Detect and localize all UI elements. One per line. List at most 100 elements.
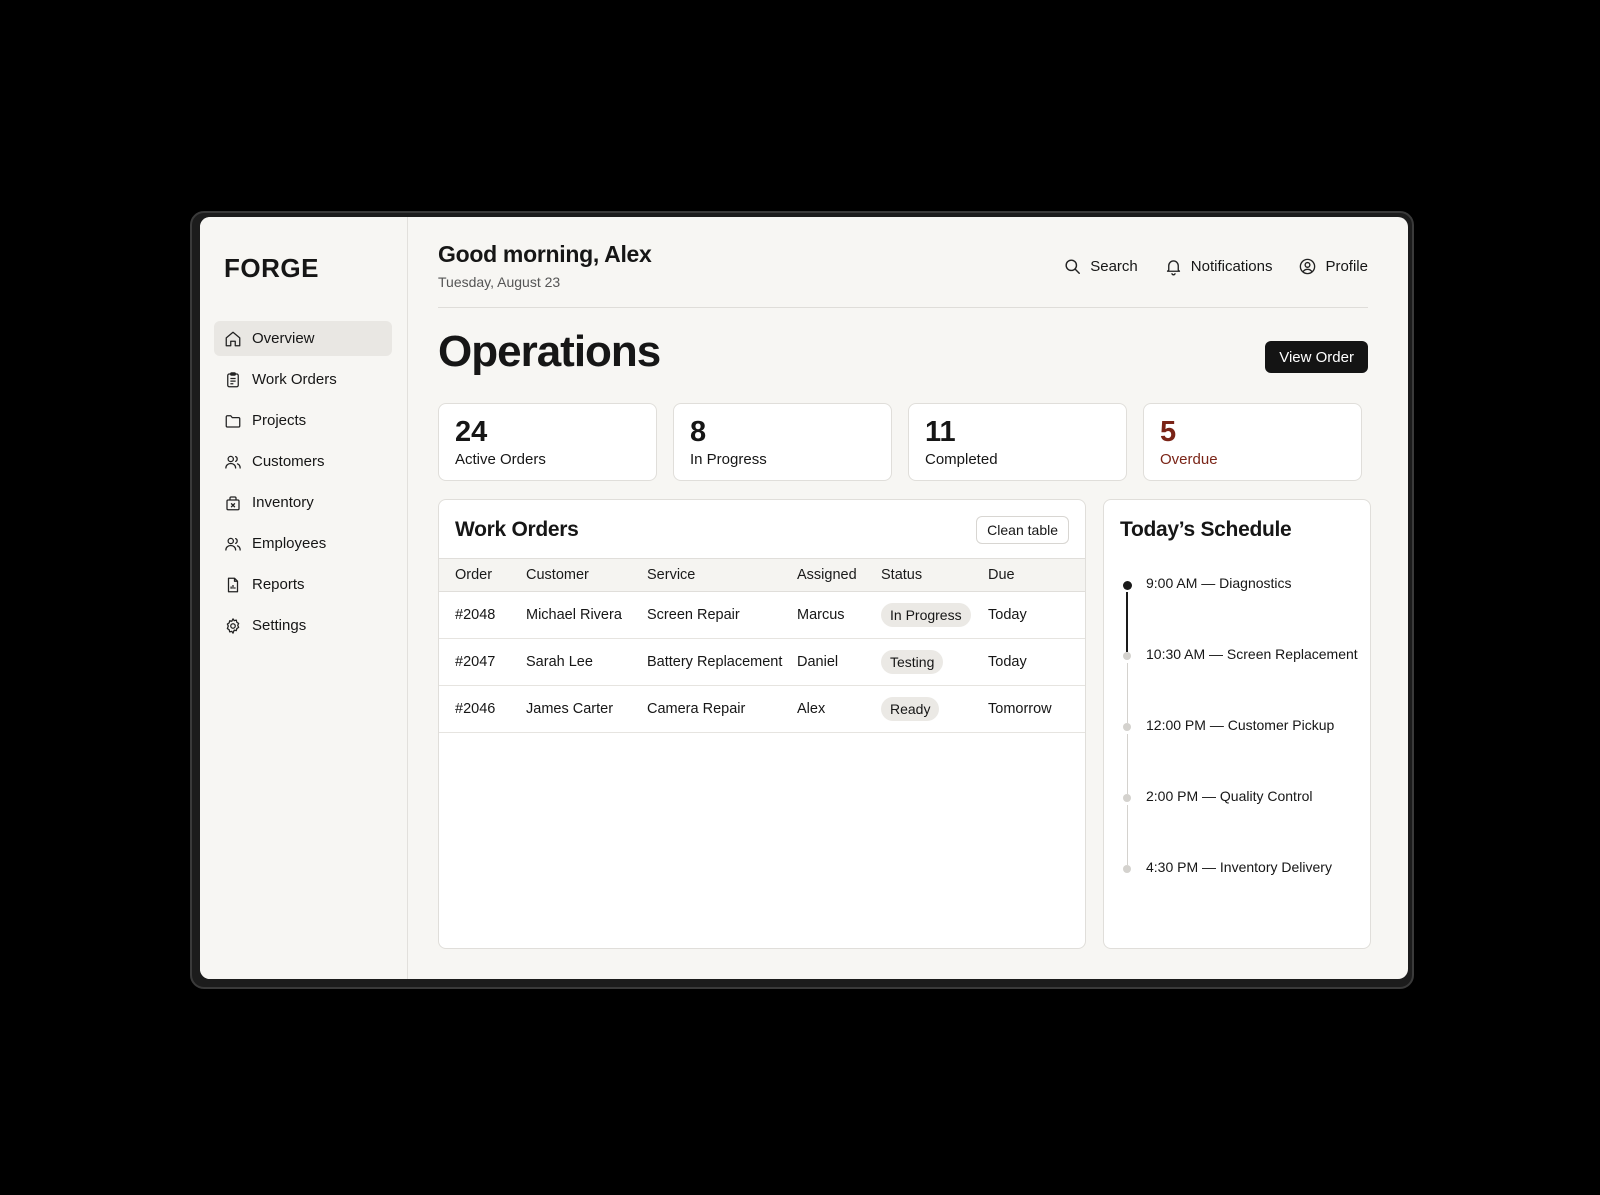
order-id: #2046 <box>439 685 526 733</box>
current-date: Tuesday, August 23 <box>438 274 561 290</box>
timeline-line <box>1127 663 1128 723</box>
column-header-assigned[interactable]: Assigned <box>797 558 881 592</box>
profile-button[interactable]: Profile <box>1298 257 1368 276</box>
column-header-status[interactable]: Status <box>881 558 988 592</box>
schedule-title: Today’s Schedule <box>1120 518 1292 541</box>
main-content: Good morning, Alex Tuesday, August 23 Se… <box>408 217 1408 979</box>
stat-label: Active Orders <box>455 451 546 468</box>
timeline-dot <box>1123 652 1131 660</box>
stat-label: Overdue <box>1160 451 1218 468</box>
schedule-item-text: 12:00 PM — Customer Pickup <box>1146 717 1335 733</box>
timeline-dot <box>1123 865 1131 873</box>
notifications-label: Notifications <box>1190 258 1273 275</box>
service-name: Camera Repair <box>647 685 797 733</box>
stat-label: Completed <box>925 451 998 468</box>
service-name: Screen Repair <box>647 591 797 639</box>
status-cell: Ready <box>881 685 988 733</box>
sidebar-item-inventory[interactable]: Inventory <box>214 485 392 520</box>
column-header-customer[interactable]: Customer <box>526 558 647 592</box>
service-name: Battery Replacement <box>647 638 797 686</box>
schedule-item-text: 9:00 AM — Diagnostics <box>1146 575 1292 591</box>
search-button[interactable]: Search <box>1063 257 1138 276</box>
stat-label: In Progress <box>690 451 767 468</box>
schedule-item[interactable]: 12:00 PM — Customer Pickup <box>1120 717 1360 795</box>
view-order-button[interactable]: View Order <box>1265 341 1368 373</box>
sidebar-item-work-orders[interactable]: Work Orders <box>214 362 392 397</box>
due-date: Tomorrow <box>988 685 1085 733</box>
work-orders-table: Order Customer Service Assigned Status D… <box>439 558 1085 733</box>
clean-table-button[interactable]: Clean table <box>976 516 1069 544</box>
order-id: #2048 <box>439 591 526 639</box>
timeline-dot-current <box>1123 581 1132 590</box>
customer-name: James Carter <box>526 685 647 733</box>
sidebar-item-reports[interactable]: Reports <box>214 567 392 602</box>
timeline-line <box>1126 592 1128 652</box>
sidebar-item-customers[interactable]: Customers <box>214 444 392 479</box>
column-header-order[interactable]: Order <box>439 558 526 592</box>
gear-icon <box>226 617 240 634</box>
work-orders-card: Work Orders Clean table Order Customer S… <box>438 499 1086 949</box>
sidebar-item-label: Projects <box>252 412 307 429</box>
schedule-item-text: 4:30 PM — Inventory Delivery <box>1146 859 1332 875</box>
greeting: Good morning, Alex <box>438 241 652 267</box>
stat-card-in-progress: 8 In Progress <box>673 403 892 481</box>
status-cell: Testing <box>881 638 988 686</box>
sidebar-item-settings[interactable]: Settings <box>214 608 392 643</box>
brand-logo: FORGE <box>224 253 319 283</box>
assigned-to: Daniel <box>797 638 881 686</box>
bell-icon <box>1166 260 1180 276</box>
schedule-item[interactable]: 2:00 PM — Quality Control <box>1120 788 1360 866</box>
customer-name: Michael Rivera <box>526 591 647 639</box>
schedule-item[interactable]: 4:30 PM — Inventory Delivery <box>1120 859 1360 937</box>
status-cell: In Progress <box>881 591 988 639</box>
sidebar-item-label: Overview <box>252 330 315 347</box>
sidebar-item-label: Settings <box>252 617 307 634</box>
sidebar-item-overview[interactable]: Overview <box>214 321 392 356</box>
sidebar-item-label: Reports <box>252 576 305 593</box>
sidebar-item-label: Employees <box>252 535 327 552</box>
column-header-due[interactable]: Due <box>988 558 1085 592</box>
schedule-card: Today’s Schedule 9:00 AM — Diagnostics 1… <box>1103 499 1371 949</box>
table-row[interactable]: #2047 Sarah Lee Battery Replacement Dani… <box>439 638 1085 686</box>
search-icon <box>1065 259 1081 274</box>
user-circle-icon <box>1300 258 1316 275</box>
profile-label: Profile <box>1325 258 1368 275</box>
stat-card-overdue: 5 Overdue <box>1143 403 1362 481</box>
sidebar: FORGE Overview Work Orders Projects Cust… <box>200 217 408 979</box>
table-row[interactable]: #2048 Michael Rivera Screen Repair Marcu… <box>439 591 1085 639</box>
order-id: #2047 <box>439 638 526 686</box>
status-badge: In Progress <box>881 603 971 627</box>
schedule-timeline: 9:00 AM — Diagnostics 10:30 AM — Screen … <box>1120 575 1360 937</box>
timeline-line <box>1127 805 1128 865</box>
due-date: Today <box>988 591 1085 639</box>
clipboard-icon <box>227 371 239 387</box>
page-title: Operations <box>438 327 661 376</box>
stat-value: 8 <box>690 416 707 448</box>
status-badge: Testing <box>881 650 944 674</box>
stat-card-active-orders: 24 Active Orders <box>438 403 657 481</box>
sidebar-item-projects[interactable]: Projects <box>214 403 392 438</box>
table-row[interactable]: #2046 James Carter Camera Repair Alex Re… <box>439 685 1085 733</box>
schedule-item[interactable]: 10:30 AM — Screen Replacement <box>1120 646 1360 724</box>
due-date: Today <box>988 638 1085 686</box>
sidebar-item-label: Inventory <box>252 494 314 511</box>
sidebar-item-label: Customers <box>252 453 325 470</box>
schedule-item[interactable]: 9:00 AM — Diagnostics <box>1120 575 1360 653</box>
notifications-button[interactable]: Notifications <box>1164 257 1273 276</box>
stats-row: 24 Active Orders 8 In Progress 11 Comple… <box>438 403 1362 481</box>
timeline-dot <box>1123 723 1131 731</box>
timeline-line <box>1127 734 1128 794</box>
stat-value: 24 <box>455 416 488 448</box>
customer-name: Sarah Lee <box>526 638 647 686</box>
box-icon <box>226 495 240 510</box>
sidebar-item-employees[interactable]: Employees <box>214 526 392 561</box>
column-header-service[interactable]: Service <box>647 558 797 592</box>
app-window: FORGE Overview Work Orders Projects Cust… <box>200 217 1408 979</box>
report-icon <box>227 577 239 592</box>
status-badge: Ready <box>881 697 940 721</box>
users-icon <box>225 455 241 469</box>
home-icon <box>225 331 241 346</box>
header-divider <box>438 307 1368 308</box>
sidebar-item-label: Work Orders <box>252 371 337 388</box>
schedule-item-text: 10:30 AM — Screen Replacement <box>1146 646 1358 662</box>
